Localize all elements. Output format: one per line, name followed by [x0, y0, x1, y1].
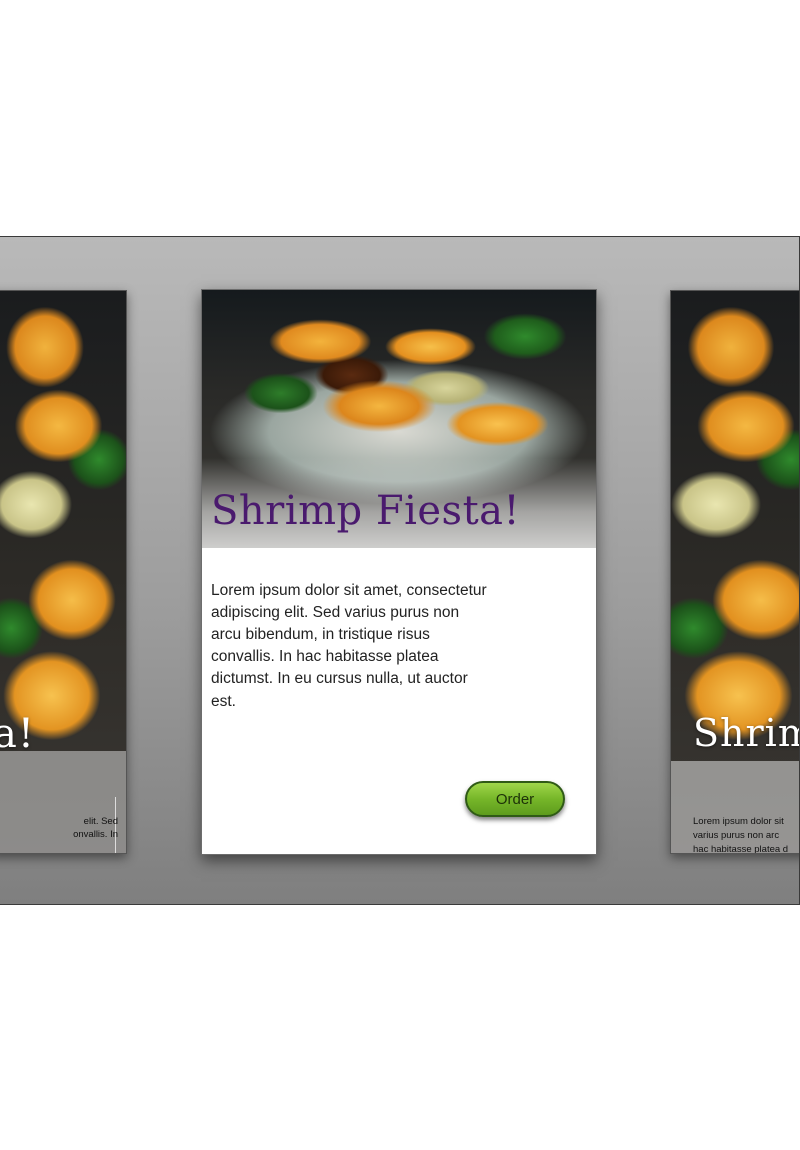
carousel-card-active: Shrimp Fiesta! Lorem ipsum dolor sit ame… [201, 289, 597, 855]
card-snippet: elit. Sed onvallis. In [0, 815, 118, 841]
card-hero: Shrimp Fiesta! [202, 290, 596, 548]
snippet-line: onvallis. In [73, 829, 118, 840]
carousel-stage: a! elit. Sed onvallis. In Shrimp Fiesta!… [0, 236, 800, 905]
card-description: Lorem ipsum dolor sit amet, consectetur … [211, 581, 487, 710]
snippet-line: Lorem ipsum dolor sit [693, 816, 784, 827]
snippet-line: varius purus non arc [693, 830, 780, 841]
card-snippet: Lorem ipsum dolor sit varius purus non a… [693, 815, 799, 854]
card-title: Shrim [693, 711, 799, 755]
order-button[interactable]: Order [465, 781, 565, 817]
card-title: a! [0, 711, 35, 757]
card-title: Shrimp Fiesta! [211, 488, 521, 534]
snippet-line: hac habitasse platea d [693, 844, 789, 854]
carousel-card-next[interactable]: Shrim Lorem ipsum dolor sit varius purus… [670, 290, 799, 854]
carousel-card-previous[interactable]: a! elit. Sed onvallis. In [0, 290, 127, 854]
snippet-line: elit. Sed [83, 816, 118, 827]
